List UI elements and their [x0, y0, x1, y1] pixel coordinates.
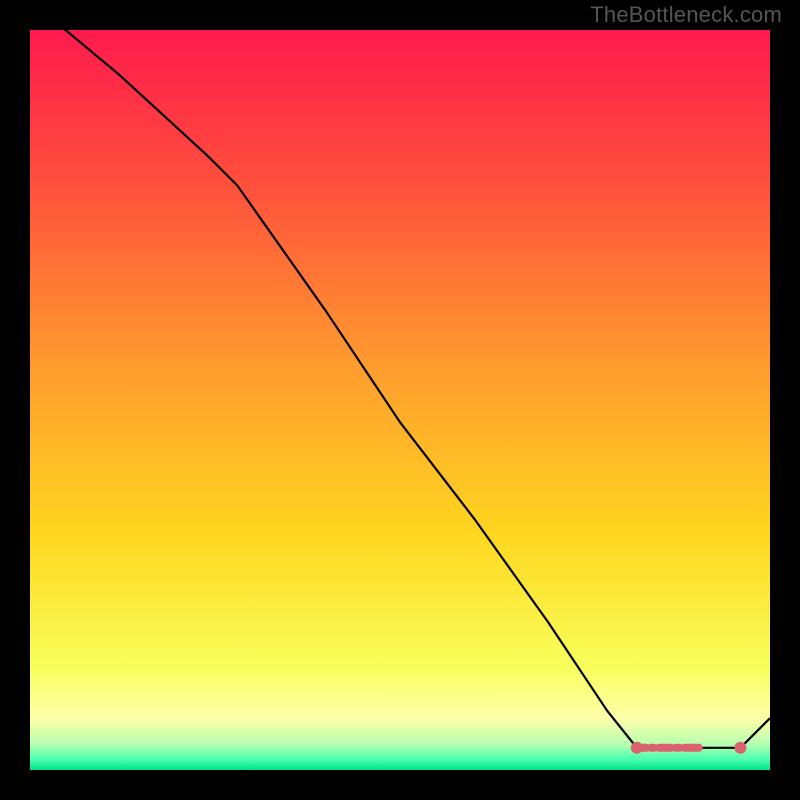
- chart-container: [30, 30, 770, 770]
- chart-background: [30, 30, 770, 770]
- marker-point-0: [631, 742, 643, 754]
- marker-point-1: [734, 742, 746, 754]
- chart-svg: [30, 30, 770, 770]
- watermark-text: TheBottleneck.com: [590, 2, 782, 28]
